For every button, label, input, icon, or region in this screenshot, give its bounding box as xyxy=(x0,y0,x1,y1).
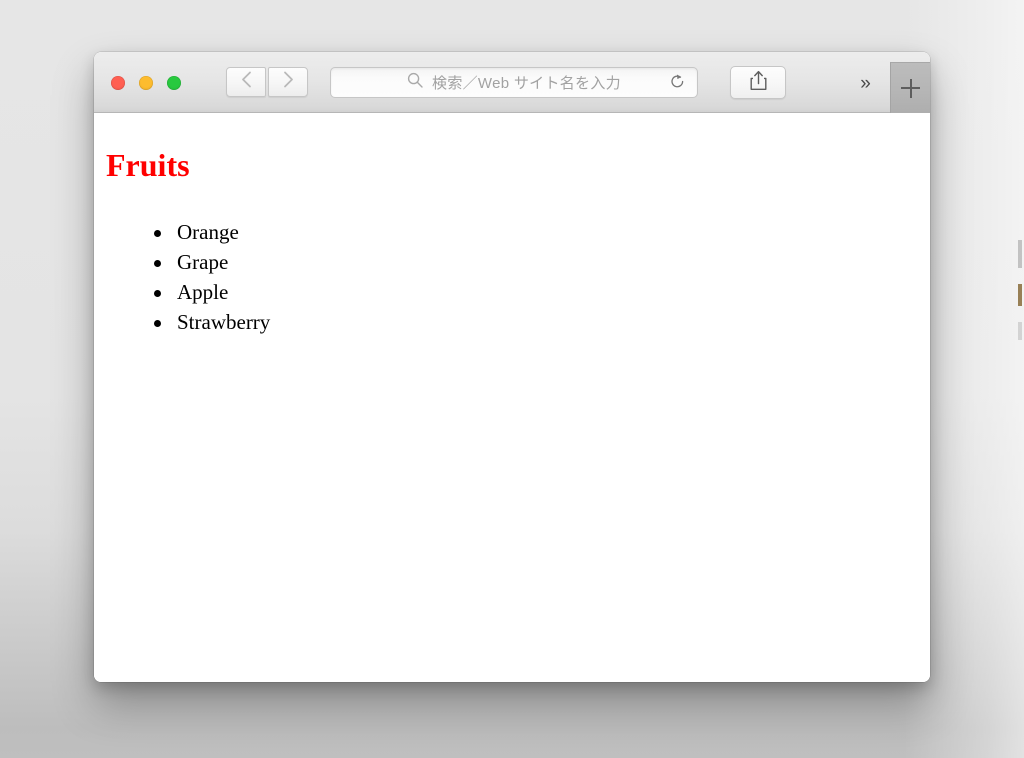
minimize-window-button[interactable] xyxy=(139,76,153,90)
share-button[interactable] xyxy=(730,66,786,99)
toolbar-overflow-button[interactable]: » xyxy=(852,73,878,94)
browser-toolbar: 検索／Web サイト名を入力 » xyxy=(94,52,930,113)
close-window-button[interactable] xyxy=(111,76,125,90)
search-input[interactable]: 検索／Web サイト名を入力 xyxy=(330,67,698,98)
reload-icon xyxy=(669,73,686,95)
page-content: Fruits Orange Grape Apple Strawberry xyxy=(94,113,930,682)
search-field-content: 検索／Web サイト名を入力 xyxy=(407,72,621,93)
list-item: Grape xyxy=(154,247,270,277)
back-button[interactable] xyxy=(226,67,266,97)
forward-button[interactable] xyxy=(268,67,308,97)
reload-button[interactable] xyxy=(667,73,688,94)
search-placeholder-text: 検索／Web サイト名を入力 xyxy=(432,75,621,92)
browser-window: 検索／Web サイト名を入力 » Fruits Orange Grape App… xyxy=(94,52,930,682)
search-icon xyxy=(407,72,423,93)
window-controls xyxy=(111,76,181,90)
list-item: Strawberry xyxy=(154,307,270,337)
list-item: Apple xyxy=(154,277,270,307)
new-tab-button[interactable] xyxy=(890,62,930,113)
plus-icon xyxy=(901,78,920,98)
edge-artifact-middle xyxy=(1018,284,1022,306)
share-icon xyxy=(749,70,768,96)
navigation-buttons xyxy=(226,67,308,97)
list-item: Orange xyxy=(154,217,270,247)
chevron-left-icon xyxy=(241,71,252,93)
zoom-window-button[interactable] xyxy=(167,76,181,90)
edge-artifact-top xyxy=(1018,240,1022,268)
edge-artifact-bottom xyxy=(1018,322,1022,340)
page-title: Fruits xyxy=(106,147,190,183)
chevron-right-icon xyxy=(283,71,294,93)
fruit-list: Orange Grape Apple Strawberry xyxy=(94,217,270,337)
